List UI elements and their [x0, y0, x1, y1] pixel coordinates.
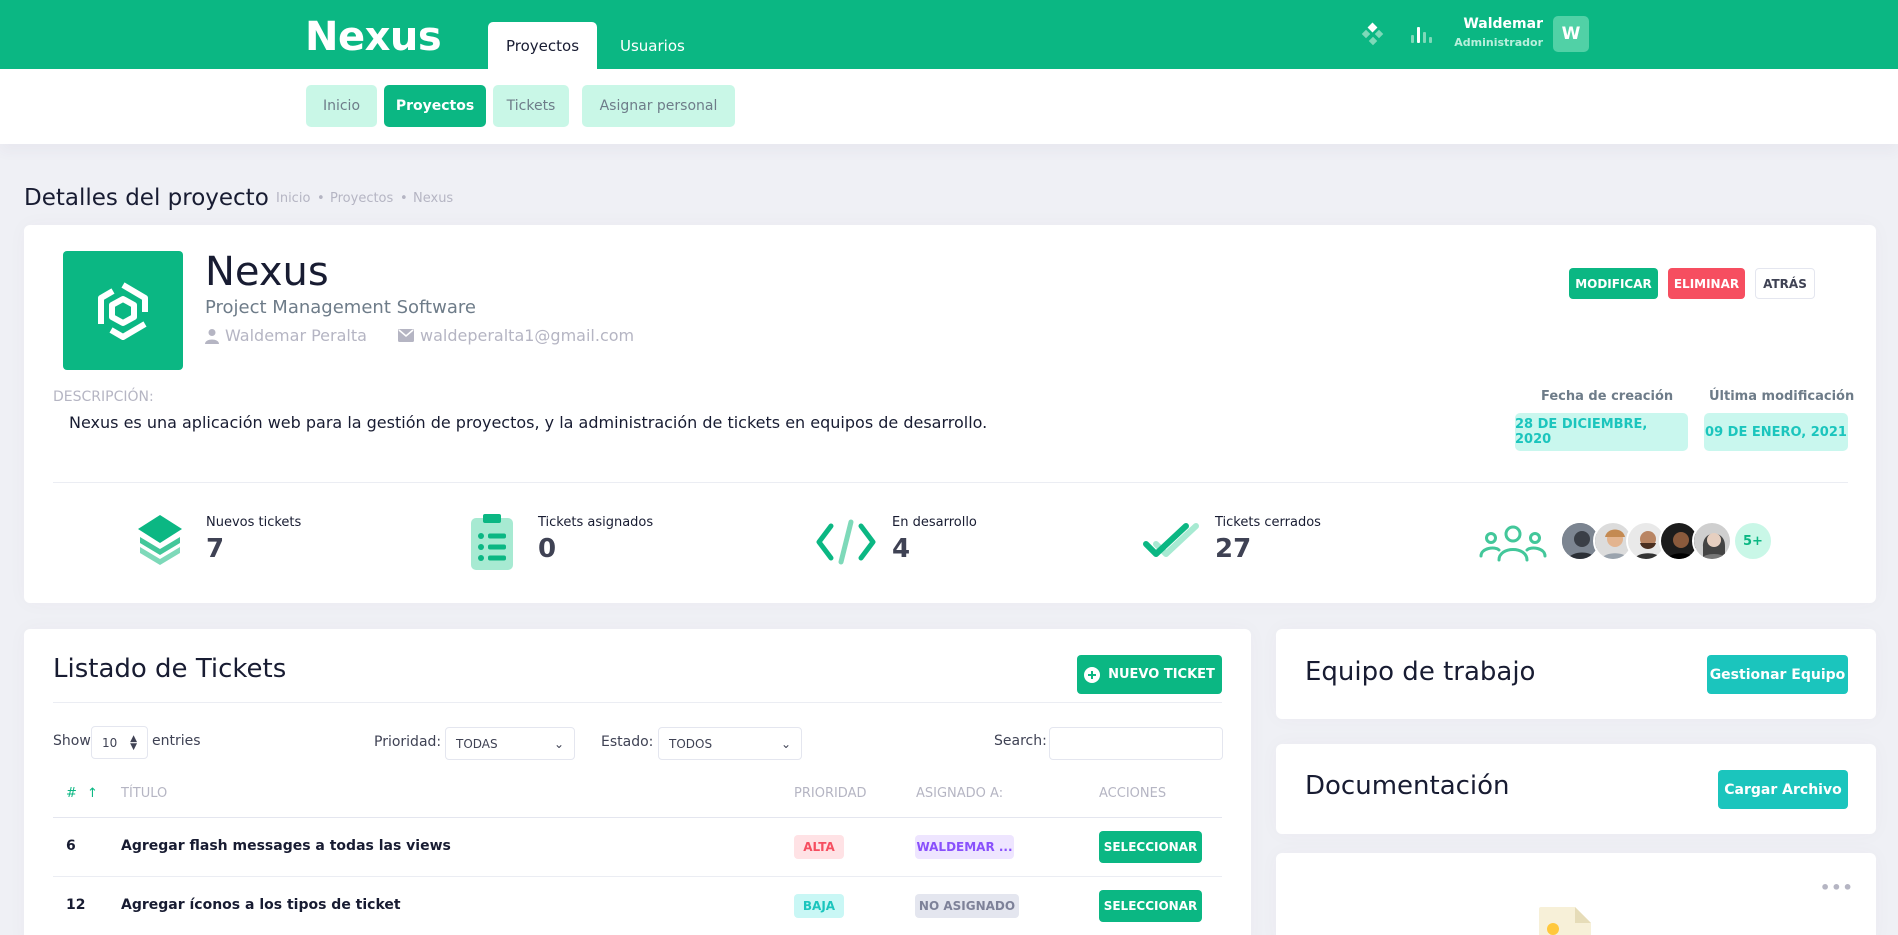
ticket-id: 6 [66, 838, 76, 854]
chart-bars-icon[interactable] [1408, 21, 1434, 47]
envelope-icon [398, 329, 414, 342]
subnav-tickets[interactable]: Tickets [493, 85, 569, 127]
user-name[interactable]: Waldemar [1457, 16, 1543, 32]
hexagon-logo-icon [98, 281, 148, 340]
stat-assigned-tickets-label: Tickets asignados [538, 515, 654, 530]
stat-new-tickets-value: 7 [206, 534, 225, 564]
breadcrumb-nexus[interactable]: Nexus [413, 191, 453, 206]
stat-in-development-label: En desarrollo [892, 515, 977, 530]
column-actions: ACCIONES [1099, 786, 1167, 801]
page-title: Detalles del proyecto [24, 185, 269, 211]
subnav-inicio[interactable]: Inicio [306, 85, 377, 127]
modified-label: Última modificación [1709, 389, 1855, 404]
new-ticket-label: NUEVO TICKET [1108, 667, 1215, 682]
column-assigned[interactable]: ASIGNADO A: [916, 786, 1003, 801]
status-filter-select[interactable]: TODOS ⌄ [658, 727, 802, 760]
project-email-text: waldeperalta1@gmail.com [420, 326, 635, 345]
priority-badge: BAJA [794, 894, 844, 918]
divider [53, 482, 1848, 483]
project-owner-name: Waldemar Peralta [225, 326, 367, 345]
stat-closed-tickets-label: Tickets cerrados [1215, 515, 1321, 530]
code-icon [815, 518, 877, 570]
more-options-icon[interactable]: ••• [1820, 878, 1854, 897]
created-label: Fecha de creación [1541, 389, 1674, 404]
sort-arrows-icon: ▲ ▼ [130, 733, 137, 752]
users-group-icon [1479, 524, 1547, 566]
modify-button[interactable]: MODIFICAR [1569, 268, 1658, 299]
clipboard-list-icon [469, 512, 515, 576]
status-filter-value: TODOS [669, 736, 713, 751]
search-label: Search: [994, 733, 1047, 749]
search-input[interactable] [1049, 727, 1223, 760]
sub-navigation [0, 69, 1898, 144]
subnav-proyectos[interactable]: Proyectos [384, 85, 486, 127]
apps-icon[interactable] [1360, 21, 1386, 47]
divider [53, 817, 1222, 818]
project-name: Nexus [205, 249, 329, 295]
team-member-avatar[interactable] [1692, 521, 1732, 561]
description-label: DESCRIPCIÓN: [53, 389, 154, 405]
modified-date: 09 DE ENERO, 2021 [1704, 413, 1848, 451]
entries-value: 10 [102, 735, 118, 750]
user-icon [205, 328, 219, 344]
documentation-title: Documentación [1305, 771, 1510, 801]
status-filter-label: Estado: [601, 734, 654, 750]
breadcrumb-separator: • [317, 191, 325, 206]
select-ticket-button[interactable]: SELECCIONAR [1099, 831, 1202, 863]
team-title: Equipo de trabajo [1305, 657, 1536, 687]
team-more-badge[interactable]: 5+ [1733, 521, 1773, 561]
assigned-badge: NO ASIGNADO [915, 894, 1019, 918]
manage-team-button[interactable]: Gestionar Equipo [1707, 655, 1848, 694]
divider [53, 702, 1222, 703]
description-text: Nexus es una aplicación web para la gest… [69, 413, 988, 432]
user-avatar[interactable]: W [1553, 16, 1589, 52]
delete-button[interactable]: ELIMINAR [1668, 268, 1745, 299]
brand-logo[interactable]: Nexus [305, 14, 442, 60]
priority-filter-label: Prioridad: [374, 734, 442, 750]
user-role: Administrador [1454, 36, 1543, 49]
stat-assigned-tickets-value: 0 [538, 534, 557, 564]
stat-new-tickets-label: Nuevos tickets [206, 515, 302, 530]
assigned-badge: WALDEMAR ... [915, 835, 1014, 859]
top-bar [0, 0, 1898, 69]
project-logo [63, 251, 183, 370]
ticket-title[interactable]: Agregar flash messages a todas las views [121, 838, 451, 854]
layers-icon [136, 513, 184, 573]
file-icon [1537, 905, 1593, 935]
entries-select[interactable]: 10 ▲ ▼ [91, 726, 148, 759]
created-date: 28 DE DICIEMBRE, 2020 [1515, 413, 1688, 451]
stat-closed-tickets-value: 27 [1215, 534, 1252, 564]
entries-label: entries [152, 733, 201, 749]
select-ticket-button[interactable]: SELECCIONAR [1099, 890, 1202, 922]
sort-up-icon: ↑ [87, 786, 98, 801]
priority-filter-select[interactable]: TODAS ⌄ [445, 727, 575, 760]
new-ticket-button[interactable]: NUEVO TICKET [1077, 655, 1222, 694]
breadcrumb-inicio[interactable]: Inicio [276, 191, 310, 206]
column-id[interactable]: # ↑ [66, 786, 98, 801]
divider [53, 876, 1222, 877]
double-check-icon [1142, 520, 1200, 566]
tickets-title: Listado de Tickets [53, 654, 287, 684]
column-priority[interactable]: PRIORIDAD [794, 786, 867, 801]
chevron-down-icon: ⌄ [780, 736, 791, 751]
subnav-asignar-personal[interactable]: Asignar personal [582, 85, 735, 127]
ticket-title[interactable]: Agregar íconos a los tipos de ticket [121, 897, 401, 913]
project-email[interactable]: waldeperalta1@gmail.com [398, 326, 634, 345]
ticket-id: 12 [66, 897, 86, 913]
plus-circle-icon [1084, 666, 1101, 683]
tab-usuarios[interactable]: Usuarios [600, 22, 705, 69]
column-title[interactable]: TÍTULO [121, 786, 167, 801]
show-label: Show [53, 733, 91, 749]
chevron-down-icon: ⌄ [553, 736, 564, 751]
breadcrumb-separator: • [400, 191, 408, 206]
project-subtitle: Project Management Software [205, 297, 476, 318]
priority-filter-value: TODAS [456, 736, 498, 751]
back-button[interactable]: ATRÁS [1755, 268, 1815, 299]
project-owner[interactable]: Waldemar Peralta [205, 326, 367, 345]
priority-badge: ALTA [794, 835, 844, 859]
upload-file-button[interactable]: Cargar Archivo [1718, 770, 1848, 809]
breadcrumb-proyectos[interactable]: Proyectos [330, 191, 393, 206]
stat-in-development-value: 4 [892, 534, 911, 564]
tab-proyectos[interactable]: Proyectos [488, 22, 597, 69]
